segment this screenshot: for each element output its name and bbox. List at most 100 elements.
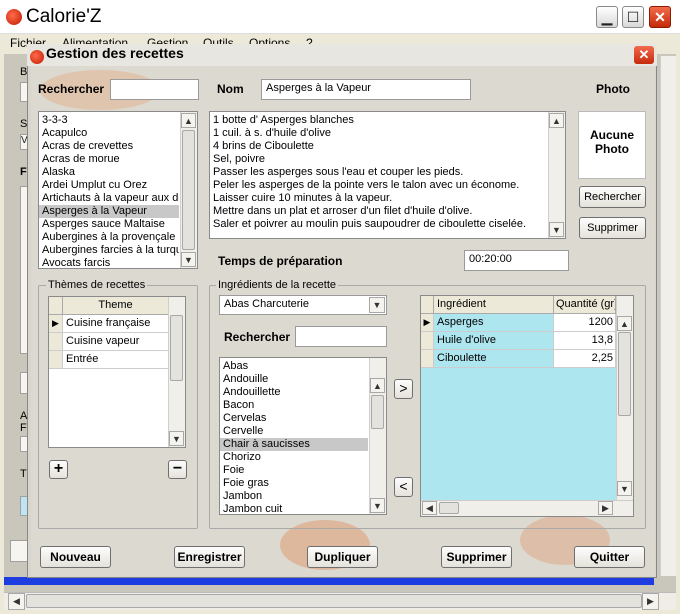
theme-cell[interactable]: Cuisine vapeur <box>63 333 169 351</box>
ingredient-list-item[interactable]: Cervelle <box>220 425 368 438</box>
chevron-up-icon[interactable]: ▲ <box>181 113 196 128</box>
scroll-right-icon[interactable]: ▶ <box>642 593 659 610</box>
recipe-list-item[interactable]: Alaska <box>39 166 179 179</box>
ingredients-grid-hthumb[interactable] <box>439 502 459 514</box>
new-button[interactable]: Nouveau <box>40 546 111 568</box>
recipe-list-item[interactable]: Asperges à la Vapeur <box>39 205 179 218</box>
recipe-ingredients-grid[interactable]: Ingrédient Quantité (gr) ▶ Asperges 1200 Hu… <box>420 295 634 517</box>
instruction-line: Passer les asperges sous l'eau et couper… <box>213 166 464 178</box>
theme-row[interactable]: Cuisine vapeur <box>49 333 169 351</box>
ingredient-name-cell[interactable]: Ciboulette <box>434 350 554 368</box>
recipe-list-item[interactable]: Acras de morue <box>39 153 179 166</box>
ingredient-list-item[interactable]: Bacon <box>220 399 368 412</box>
ingredient-list[interactable]: Abas Andouille Andouillette Bacon Cervelas Ce… <box>219 357 387 515</box>
ingredient-quantity-cell[interactable]: 1200 <box>554 314 616 332</box>
category-select[interactable]: Abas Charcuterie <box>219 295 387 315</box>
save-button[interactable]: Enregistrer <box>174 546 245 568</box>
ingredient-list-item[interactable]: Cervelas <box>220 412 368 425</box>
main-vertical-scrollbar[interactable] <box>660 56 676 576</box>
close-button[interactable]: ✕ <box>649 6 671 28</box>
main-hscroll-thumb[interactable] <box>26 594 642 608</box>
ingredient-list-item[interactable]: Andouillette <box>220 386 368 399</box>
chevron-up-icon[interactable]: ▲ <box>617 316 632 331</box>
ingredient-search-input[interactable] <box>295 326 387 347</box>
ingredient-list-thumb[interactable] <box>371 395 384 429</box>
recipe-ingredient-row[interactable]: Ciboulette 2,25 <box>421 350 616 368</box>
ingredient-quantity-cell[interactable]: 2,25 <box>554 350 616 368</box>
recipe-list-item[interactable]: Avocats farcis <box>39 257 179 268</box>
ingredient-list-item[interactable]: Chair à saucisses <box>220 438 368 451</box>
recipe-list-item[interactable]: Asperges sauce Maltaise <box>39 218 179 231</box>
recipe-list-item[interactable]: Artichauts à la vapeur aux de <box>39 192 179 205</box>
add-ingredient-button[interactable]: > <box>394 379 413 399</box>
chevron-up-icon[interactable]: ▲ <box>370 378 385 393</box>
instruction-line: Laisser cuire 10 minutes à la vapeur. <box>213 192 393 204</box>
bg-stub-label: F <box>20 422 27 434</box>
status-stripe <box>4 577 654 585</box>
maximize-button[interactable]: ☐ <box>622 6 644 28</box>
chevron-down-icon[interactable]: ▼ <box>169 431 184 446</box>
duplicate-button[interactable]: Dupliquer <box>307 546 378 568</box>
themes-scroll-thumb[interactable] <box>170 315 183 381</box>
ingredient-name-cell[interactable]: Asperges <box>434 314 554 332</box>
delete-button[interactable]: Supprimer <box>441 546 512 568</box>
quantity-column-header[interactable]: Quantité (gr) <box>554 296 616 314</box>
scroll-right-icon[interactable]: ▶ <box>598 501 613 515</box>
ingredient-list-item[interactable]: Jambon cuit <box>220 503 368 514</box>
chevron-down-icon[interactable]: ▼ <box>369 297 385 313</box>
ingredient-quantity-cell[interactable]: 13,8 <box>554 332 616 350</box>
recipe-list-item[interactable]: 3-3-3 <box>39 114 179 127</box>
theme-cell[interactable]: Entrée <box>63 351 169 369</box>
themes-group-label: Thèmes de recettes <box>46 279 148 291</box>
recipe-list-item[interactable]: Acras de crevettes <box>39 140 179 153</box>
themes-column-header[interactable]: Theme <box>63 297 169 315</box>
photo-search-button[interactable]: Rechercher <box>579 186 646 208</box>
instruction-line: Sel, poivre <box>213 153 265 165</box>
quit-button[interactable]: Quitter <box>574 546 645 568</box>
ingredient-list-item[interactable]: Chorizo <box>220 451 368 464</box>
recipe-ingredient-row[interactable]: Huile d'olive 13,8 <box>421 332 616 350</box>
ingredients-grid-vthumb[interactable] <box>618 332 631 416</box>
themes-grid[interactable]: Theme ▶ Cuisine française Cuisine vapeur En… <box>48 296 186 448</box>
theme-row[interactable]: ▶ Cuisine française <box>49 315 169 333</box>
ingredient-column-header[interactable]: Ingrédient <box>434 296 554 314</box>
prep-time-input[interactable]: 00:20:00 <box>464 250 569 271</box>
remove-ingredient-button[interactable]: < <box>394 477 413 497</box>
chevron-down-icon[interactable]: ▼ <box>617 481 632 496</box>
recipe-list-item[interactable]: Aubergines farcies à la turque <box>39 244 179 257</box>
recipe-list-thumb[interactable] <box>182 130 195 250</box>
theme-row[interactable]: Entrée <box>49 351 169 369</box>
row-indicator: ▶ <box>421 314 434 332</box>
add-theme-button[interactable]: + <box>49 460 68 479</box>
ingredient-list-item[interactable]: Foie gras <box>220 477 368 490</box>
ingredient-list-item[interactable]: Jambon <box>220 490 368 503</box>
chevron-up-icon[interactable]: ▲ <box>549 113 564 128</box>
remove-theme-button[interactable]: − <box>168 460 187 479</box>
chevron-down-icon[interactable]: ▼ <box>181 252 196 267</box>
recipe-list-item[interactable]: Aubergines à la provençale <box>39 231 179 244</box>
bg-stub-label: F <box>20 166 27 178</box>
chevron-down-icon[interactable]: ▼ <box>370 498 385 513</box>
recipe-list-item[interactable]: Acapulco <box>39 127 179 140</box>
chevron-down-icon[interactable]: ▼ <box>549 222 564 237</box>
theme-cell[interactable]: Cuisine française <box>63 315 169 333</box>
photo-delete-button[interactable]: Supprimer <box>579 217 646 239</box>
recipe-list[interactable]: 3-3-3 Acapulco Acras de crevettes Acras de … <box>38 111 198 269</box>
recipe-instructions-text[interactable]: 1 botte d' Asperges blanches 1 cuil. à s.… <box>209 111 566 239</box>
row-indicator <box>421 332 434 350</box>
recipe-name-label: Nom <box>217 82 244 96</box>
ingredient-list-item[interactable]: Abas <box>220 360 368 373</box>
scroll-left-icon[interactable]: ◀ <box>8 593 25 610</box>
recipe-ingredient-row[interactable]: ▶ Asperges 1200 <box>421 314 616 332</box>
ingredient-list-item[interactable]: Andouille <box>220 373 368 386</box>
dialog-tomato-icon <box>30 50 44 64</box>
ingredient-list-item[interactable]: Foie <box>220 464 368 477</box>
recipe-name-input[interactable]: Asperges à la Vapeur <box>261 79 471 100</box>
dialog-close-button[interactable]: ✕ <box>634 46 654 64</box>
minimize-button[interactable]: ▁ <box>596 6 618 28</box>
recipe-search-input[interactable] <box>110 79 199 100</box>
ingredient-name-cell[interactable]: Huile d'olive <box>434 332 554 350</box>
recipe-list-item[interactable]: Ardei Umplut cu Orez <box>39 179 179 192</box>
scroll-left-icon[interactable]: ◀ <box>422 501 437 515</box>
photo-label: Photo <box>596 82 630 96</box>
